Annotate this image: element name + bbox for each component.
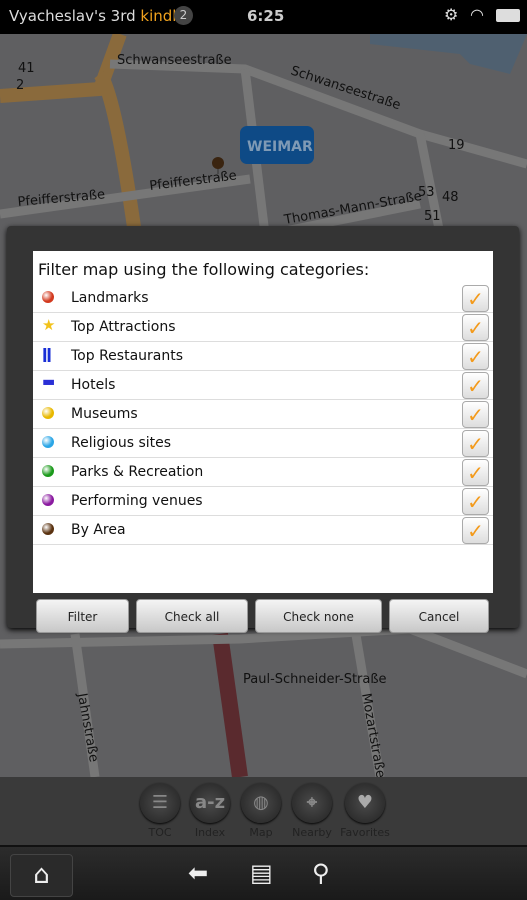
- home-icon: ⌂: [33, 860, 50, 890]
- green-dot-icon: [42, 465, 54, 477]
- favorites-button[interactable]: ♥ Favorites: [339, 783, 391, 839]
- crosshair-icon: ⌖: [292, 783, 332, 823]
- category-checkbox[interactable]: ✓: [462, 517, 489, 544]
- map-label: 41: [18, 61, 35, 76]
- yellow-dot-icon: [42, 407, 54, 419]
- map-pin-icon[interactable]: [212, 157, 224, 169]
- app-toolbar: ☰ TOC a-z Index ◍ Map ⌖ Nearby ♥ Favorites: [0, 777, 527, 845]
- home-button[interactable]: ⌂: [10, 854, 73, 897]
- a-z-icon: a-z: [190, 783, 230, 823]
- red-dot-icon: [42, 291, 54, 303]
- status-bar: Vyacheslav's 3rd kindle 2 6:25 ⚙ ◠: [0, 0, 527, 34]
- brown-dot-icon: [42, 523, 54, 535]
- map-label: 53: [418, 185, 435, 200]
- map-label: Schwanseestraße: [117, 53, 232, 68]
- category-label: Museums: [71, 406, 138, 422]
- category-checkbox[interactable]: ✓: [462, 488, 489, 515]
- category-label: By Area: [71, 522, 126, 538]
- toc-label: TOC: [148, 826, 172, 839]
- bed-icon: ▬: [42, 374, 56, 390]
- category-row[interactable]: ǁ Top Restaurants ✓: [33, 342, 493, 371]
- map-label: Mozartstraße: [358, 692, 388, 777]
- nearby-button[interactable]: ⌖ Nearby: [286, 783, 338, 839]
- battery-icon: [496, 9, 520, 22]
- category-row[interactable]: Landmarks ✓: [33, 284, 493, 313]
- category-label: Religious sites: [71, 435, 172, 451]
- category-row[interactable]: ▬ Hotels ✓: [33, 371, 493, 400]
- category-checkbox[interactable]: ✓: [462, 314, 489, 341]
- category-row[interactable]: ★ Top Attractions ✓: [33, 313, 493, 342]
- map-button[interactable]: ◍ Map: [235, 783, 287, 839]
- dialog-title: Filter map using the following categorie…: [38, 260, 370, 279]
- category-row[interactable]: Performing venues ✓: [33, 487, 493, 516]
- category-row[interactable]: Museums ✓: [33, 400, 493, 429]
- toc-button[interactable]: ☰ TOC: [134, 783, 186, 839]
- purple-dot-icon: [42, 494, 54, 506]
- category-label: Hotels: [71, 377, 116, 393]
- check-all-button[interactable]: Check all: [136, 599, 248, 633]
- system-nav-bar: ⌂ ⬅ ▤ ⚲: [0, 845, 527, 900]
- map-label: 2: [16, 78, 24, 93]
- search-icon[interactable]: ⚲: [312, 859, 330, 887]
- category-row[interactable]: Parks & Recreation ✓: [33, 458, 493, 487]
- index-button[interactable]: a-z Index: [184, 783, 236, 839]
- category-checkbox[interactable]: ✓: [462, 343, 489, 370]
- map-label: 48: [442, 190, 459, 205]
- category-label: Top Restaurants: [71, 348, 184, 364]
- map-label: 51: [424, 209, 441, 224]
- category-label: Parks & Recreation: [71, 464, 204, 480]
- category-checkbox[interactable]: ✓: [462, 430, 489, 457]
- blue-dot-icon: [42, 436, 54, 448]
- filter-dialog: Filter map using the following categorie…: [7, 226, 519, 633]
- back-arrow-icon[interactable]: ⬅: [188, 859, 208, 887]
- check-none-button[interactable]: Check none: [255, 599, 382, 633]
- notification-badge[interactable]: 2: [174, 6, 193, 25]
- wifi-icon: ◠: [470, 5, 484, 24]
- city-marker-label: WEIMAR: [247, 139, 313, 155]
- index-label: Index: [194, 826, 226, 839]
- category-checkbox[interactable]: ✓: [462, 459, 489, 486]
- fork-knife-icon: ǁ: [42, 345, 52, 363]
- category-row[interactable]: Religious sites ✓: [33, 429, 493, 458]
- category-checkbox[interactable]: ✓: [462, 285, 489, 312]
- cancel-button[interactable]: Cancel: [389, 599, 489, 633]
- menu-icon[interactable]: ▤: [250, 859, 273, 887]
- clock: 6:25: [247, 7, 285, 25]
- map-label: Jahnstraße: [74, 691, 101, 763]
- category-checkbox[interactable]: ✓: [462, 401, 489, 428]
- device-name: Vyacheslav's 3rd kindle: [9, 7, 186, 25]
- map-label: 19: [448, 138, 465, 153]
- map-label: Paul-Schneider-Straße: [243, 672, 387, 687]
- favorites-label: Favorites: [340, 826, 390, 839]
- map-label: Map: [249, 826, 273, 839]
- category-label: Performing venues: [71, 493, 203, 509]
- globe-icon: ◍: [241, 783, 281, 823]
- category-label: Top Attractions: [71, 319, 176, 335]
- gear-icon[interactable]: ⚙: [444, 5, 458, 24]
- filter-button[interactable]: Filter: [36, 599, 129, 633]
- category-list: Filter map using the following categorie…: [33, 251, 493, 593]
- heart-icon: ♥: [345, 783, 385, 823]
- nearby-label: Nearby: [292, 826, 332, 839]
- list-icon: ☰: [140, 783, 180, 823]
- category-label: Landmarks: [71, 290, 149, 306]
- category-checkbox[interactable]: ✓: [462, 372, 489, 399]
- star-icon: ★: [42, 316, 56, 334]
- category-row[interactable]: By Area ✓: [33, 516, 493, 545]
